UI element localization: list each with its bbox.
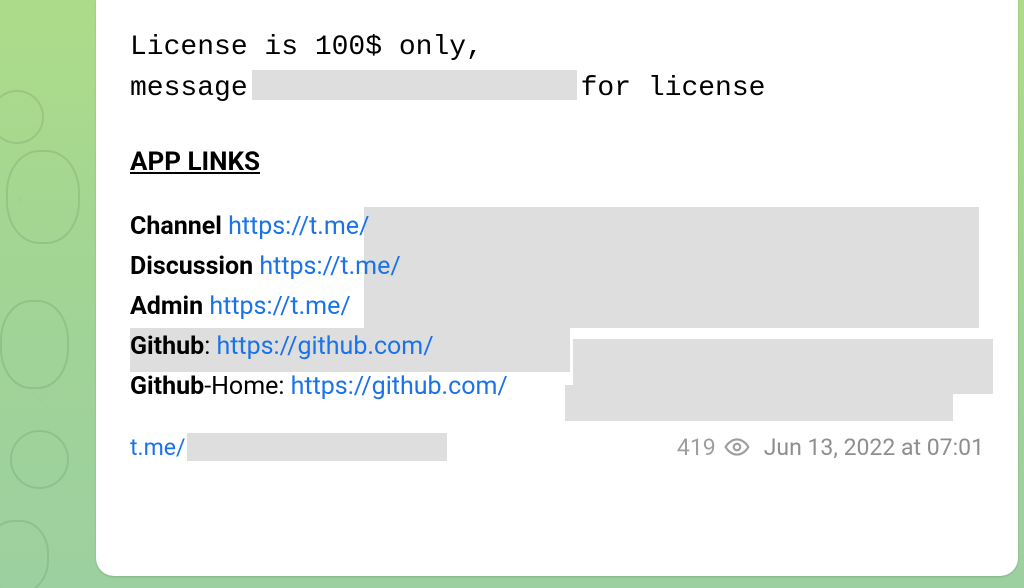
link-label-github-home-bold: Github bbox=[130, 372, 204, 401]
section-title-app-links: APP LINKS bbox=[130, 147, 984, 177]
link-row-admin: Admin https://t.me/ bbox=[130, 287, 984, 327]
app-links-block: Channel https://t.me/ Discussion https:/… bbox=[130, 207, 984, 415]
license-line-2-suffix: for license bbox=[581, 73, 766, 104]
link-row-discussion: Discussion https://t.me/ bbox=[130, 247, 984, 287]
link-url-admin[interactable]: https://t.me/ bbox=[209, 292, 350, 321]
footer-source: t.me/ bbox=[130, 433, 447, 461]
link-row-channel: Channel https://t.me/ bbox=[130, 207, 984, 247]
footer-timestamp: Jun 13, 2022 at 07:01 bbox=[764, 434, 984, 461]
link-label-admin: Admin bbox=[130, 292, 203, 321]
redacted-footer-source bbox=[187, 433, 447, 461]
license-text: License is 100$ only, message for license bbox=[130, 28, 984, 109]
license-line-2: message for license bbox=[130, 69, 984, 110]
link-url-github[interactable]: https://github.com/ bbox=[216, 332, 433, 361]
message-footer: t.me/ 419 Jun 13, 2022 at 07:01 bbox=[130, 433, 984, 461]
link-row-github-home: Github-Home: https://github.com/ bbox=[130, 367, 984, 407]
license-line-1: License is 100$ only, bbox=[130, 28, 984, 69]
link-label-discussion: Discussion bbox=[130, 252, 253, 281]
link-label-github-home-rest: -Home: bbox=[204, 372, 290, 401]
license-line-2-prefix: message bbox=[130, 73, 248, 104]
link-url-discussion[interactable]: https://t.me/ bbox=[259, 252, 400, 281]
footer-source-link[interactable]: t.me/ bbox=[130, 434, 185, 461]
footer-views: 419 bbox=[677, 434, 750, 461]
link-label-channel: Channel bbox=[130, 212, 222, 241]
redacted-contact bbox=[252, 70, 577, 100]
link-label-github: Github bbox=[130, 332, 204, 361]
link-url-channel[interactable]: https://t.me/ bbox=[228, 212, 369, 241]
message-bubble: License is 100$ only, message for license… bbox=[96, 0, 1018, 576]
link-url-github-home[interactable]: https://github.com/ bbox=[291, 372, 508, 401]
eye-icon bbox=[724, 434, 750, 460]
link-row-github: Github: https://github.com/ bbox=[130, 327, 984, 367]
footer-views-count: 419 bbox=[677, 434, 716, 461]
